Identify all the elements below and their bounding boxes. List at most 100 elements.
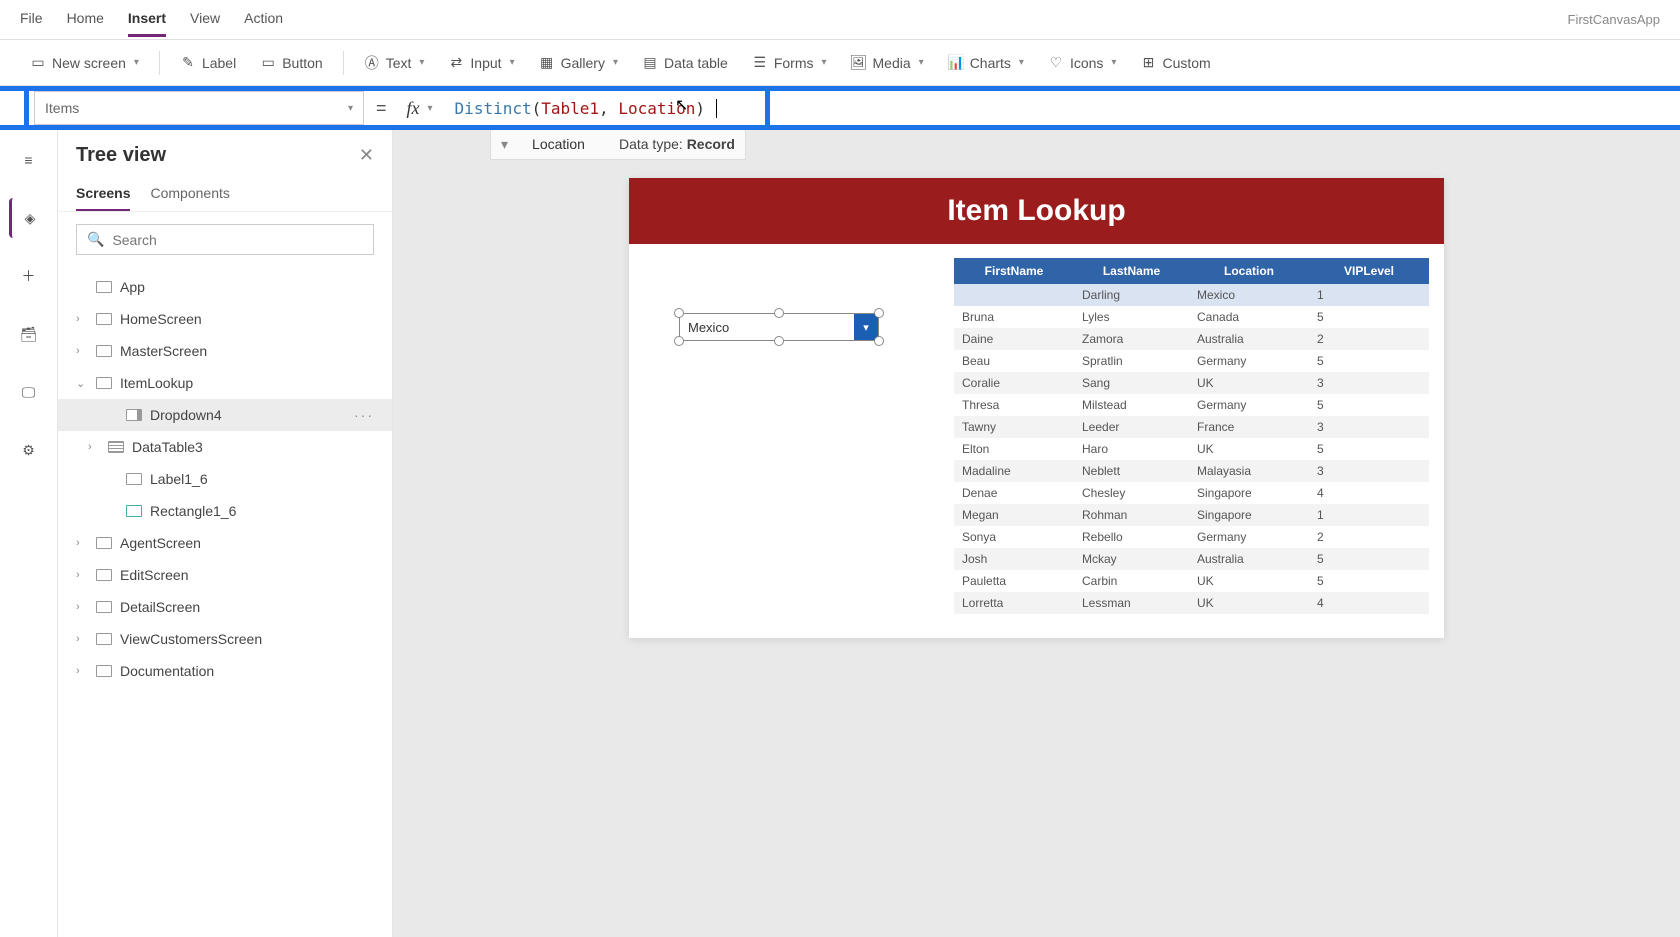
resize-handle[interactable] <box>674 336 684 346</box>
table-cell: 4 <box>1309 482 1429 504</box>
tree-search[interactable]: 🔍 <box>76 224 374 255</box>
tree-item-masterscreen[interactable]: › MasterScreen <box>58 335 392 367</box>
rail-data[interactable]: 🗃 <box>9 314 49 354</box>
chevron-right-icon[interactable]: › <box>88 441 100 453</box>
table-row[interactable]: ThresaMilsteadGermany5 <box>954 394 1429 416</box>
custom-button[interactable]: ⊞ Custom <box>1130 49 1220 77</box>
col-location[interactable]: Location <box>1189 258 1309 284</box>
chevron-right-icon[interactable]: › <box>76 633 88 645</box>
screen-icon <box>96 633 112 645</box>
tree-item-homescreen[interactable]: › HomeScreen <box>58 303 392 335</box>
icons-button[interactable]: ♡ Icons ▾ <box>1038 49 1127 77</box>
menu-home[interactable]: Home <box>67 2 104 37</box>
rail-media[interactable]: 🖵 <box>9 372 49 412</box>
table-row[interactable]: TawnyLeederFrance3 <box>954 416 1429 438</box>
menu-action[interactable]: Action <box>244 2 283 37</box>
table-row[interactable]: DenaeChesleySingapore4 <box>954 482 1429 504</box>
hint-type-label: Data type: <box>619 136 683 152</box>
close-icon[interactable]: ✕ <box>359 145 374 166</box>
col-lastname[interactable]: LastName <box>1074 258 1189 284</box>
chevron-down-icon: ▾ <box>428 103 433 114</box>
forms-button[interactable]: ☰ Forms ▾ <box>742 49 837 77</box>
table-row[interactable]: DarlingMexico1 <box>954 284 1429 306</box>
table-cell: Elton <box>954 438 1074 460</box>
table-row[interactable]: BeauSpratlinGermany5 <box>954 350 1429 372</box>
rail-advanced[interactable]: ⚙ <box>9 430 49 470</box>
gallery-button[interactable]: ▦ Gallery ▾ <box>529 49 628 77</box>
chevron-right-icon[interactable]: › <box>76 345 88 357</box>
rail-insert[interactable]: ＋ <box>9 256 49 296</box>
resize-handle[interactable] <box>874 308 884 318</box>
table-cell: 5 <box>1309 394 1429 416</box>
table-cell: Singapore <box>1189 504 1309 526</box>
tree-item-rectangle1-6[interactable]: Rectangle1_6 <box>58 495 392 527</box>
label-icon <box>126 473 142 485</box>
resize-handle[interactable] <box>874 336 884 346</box>
tree-item-label: AgentScreen <box>120 535 201 551</box>
resize-handle[interactable] <box>674 308 684 318</box>
resize-handle[interactable] <box>774 308 784 318</box>
charts-button[interactable]: 📊 Charts ▾ <box>938 49 1034 77</box>
col-viplevel[interactable]: VIPLevel <box>1309 258 1429 284</box>
chevron-down-icon[interactable]: ⌄ <box>76 377 88 390</box>
rail-tree-view[interactable]: ◈ <box>9 198 49 238</box>
table-row[interactable]: MeganRohmanSingapore1 <box>954 504 1429 526</box>
chevron-right-icon[interactable]: › <box>76 601 88 613</box>
button-button[interactable]: ▭ Button <box>250 49 332 77</box>
data-table-label: Data table <box>664 55 728 71</box>
chevron-right-icon[interactable]: › <box>76 313 88 325</box>
tree-item-label1-6[interactable]: Label1_6 <box>58 463 392 495</box>
table-row[interactable]: PaulettaCarbinUK5 <box>954 570 1429 592</box>
tree-item-detailscreen[interactable]: › DetailScreen <box>58 591 392 623</box>
table-row[interactable]: CoralieSangUK3 <box>954 372 1429 394</box>
chevron-down-icon[interactable]: ▾ <box>854 314 878 340</box>
table-row[interactable]: MadalineNeblettMalayasia3 <box>954 460 1429 482</box>
tree-item-editscreen[interactable]: › EditScreen <box>58 559 392 591</box>
fx-button[interactable]: fx ▾ <box>399 98 441 119</box>
chevron-right-icon[interactable]: › <box>76 569 88 581</box>
table-row[interactable]: SonyaRebelloGermany2 <box>954 526 1429 548</box>
tree-item-label: Label1_6 <box>150 471 208 487</box>
rail-hamburger[interactable]: ≡ <box>9 140 49 180</box>
tree-item-viewcustomers[interactable]: › ViewCustomersScreen <box>58 623 392 655</box>
formula-hint-chevron[interactable]: ▾ <box>501 136 508 153</box>
tab-screens[interactable]: Screens <box>76 177 130 211</box>
table-cell: Australia <box>1189 548 1309 570</box>
more-icon[interactable]: ··· <box>354 407 382 423</box>
tree-app[interactable]: App <box>58 271 392 303</box>
data-table-control[interactable]: FirstName LastName Location VIPLevel Dar… <box>954 258 1429 614</box>
tree-item-dropdown4[interactable]: Dropdown4 ··· <box>58 399 392 431</box>
media-button[interactable]: 🖼 Media ▾ <box>841 49 934 77</box>
table-row[interactable]: LorrettaLessmanUK4 <box>954 592 1429 614</box>
tree-item-itemlookup[interactable]: ⌄ ItemLookup <box>58 367 392 399</box>
tree-item-agentscreen[interactable]: › AgentScreen <box>58 527 392 559</box>
resize-handle[interactable] <box>774 336 784 346</box>
search-input[interactable] <box>112 232 363 248</box>
tree-list: App › HomeScreen › MasterScreen ⌄ ItemLo… <box>58 267 392 937</box>
chevron-right-icon[interactable]: › <box>76 537 88 549</box>
menu-insert[interactable]: Insert <box>128 2 166 37</box>
canvas-screen[interactable]: Item Lookup Mexico ▾ FirstName LastName … <box>629 178 1444 638</box>
menu-file[interactable]: File <box>20 2 43 37</box>
chevron-down-icon: ▾ <box>510 57 515 68</box>
label-button[interactable]: ✎ Label <box>170 49 246 77</box>
formula-input[interactable]: Distinct(Table1, Location) <box>455 99 717 118</box>
table-row[interactable]: DaineZamoraAustralia2 <box>954 328 1429 350</box>
text-button[interactable]: Ⓐ Text ▾ <box>354 49 435 77</box>
equals-sign: = <box>376 98 387 119</box>
new-screen-button[interactable]: ▭ New screen ▾ <box>20 49 149 77</box>
tree-item-documentation[interactable]: › Documentation <box>58 655 392 687</box>
property-selector[interactable]: Items ▾ <box>34 91 364 125</box>
data-table-button[interactable]: ▤ Data table <box>632 49 738 77</box>
menu-view[interactable]: View <box>190 2 220 37</box>
chevron-right-icon[interactable]: › <box>76 665 88 677</box>
table-row[interactable]: BrunaLylesCanada5 <box>954 306 1429 328</box>
tree-item-datatable3[interactable]: › DataTable3 <box>58 431 392 463</box>
table-row[interactable]: EltonHaroUK5 <box>954 438 1429 460</box>
col-firstname[interactable]: FirstName <box>954 258 1074 284</box>
table-row[interactable]: JoshMckayAustralia5 <box>954 548 1429 570</box>
input-button[interactable]: ⇄ Input ▾ <box>438 49 524 77</box>
dropdown-control[interactable]: Mexico ▾ <box>679 313 879 341</box>
text-icon: Ⓐ <box>364 55 380 71</box>
tab-components[interactable]: Components <box>150 177 229 211</box>
